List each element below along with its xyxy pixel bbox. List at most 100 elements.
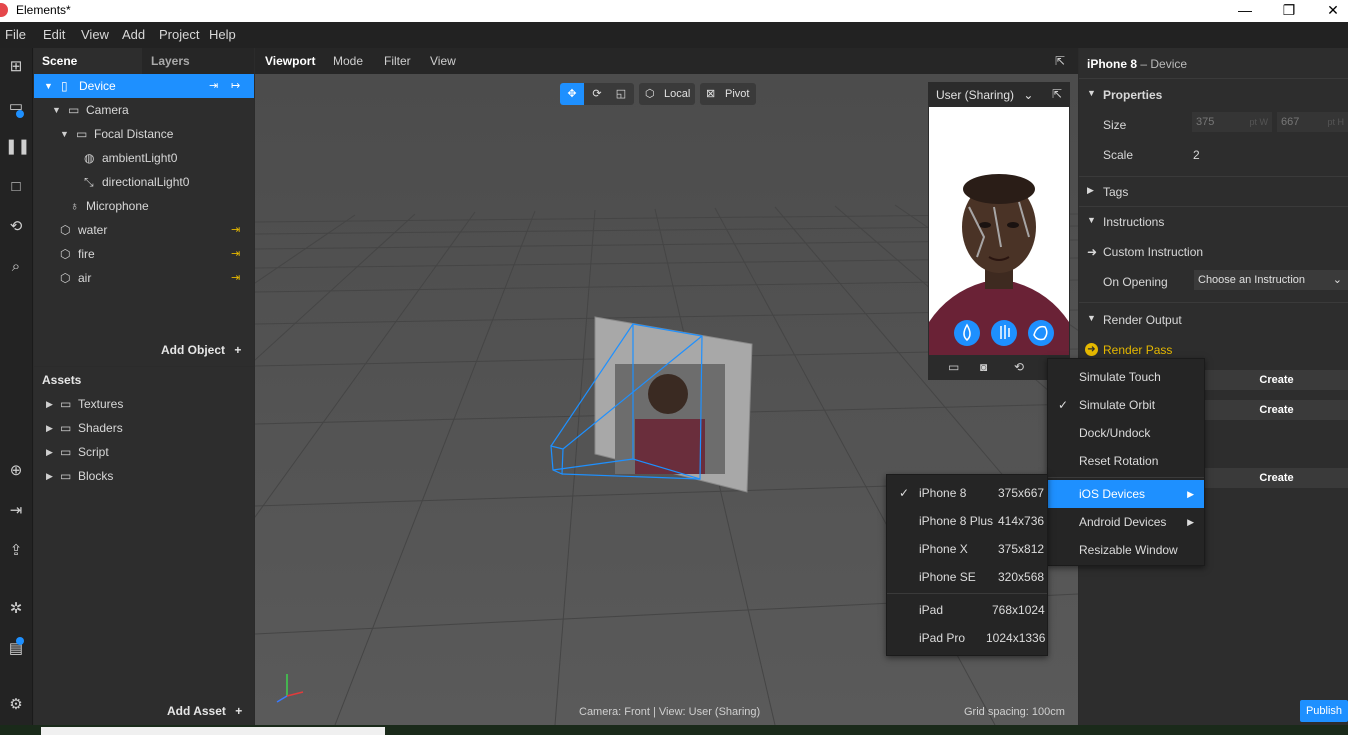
expand-arrow-icon[interactable]: ▼ [44, 74, 53, 98]
menu-project[interactable]: Project [159, 27, 199, 42]
menu-item-dock-undock[interactable]: Dock/Undock [1048, 419, 1204, 447]
expand-arrow-icon[interactable]: ▶ [46, 392, 53, 416]
menu-item-iphone-se[interactable]: iPhone SE 320x568 [887, 563, 1047, 591]
settings-gear-icon[interactable]: ⚙ [5, 694, 27, 716]
menu-item-ipad[interactable]: iPad 768x1024 [887, 596, 1047, 624]
simulator-user-select[interactable]: User (Sharing) ⌄ [936, 88, 1033, 102]
move-tool-icon[interactable]: ✥ [560, 83, 584, 105]
refresh-icon[interactable]: ⟲ [5, 216, 27, 238]
link-in-icon[interactable]: ⇥ [209, 74, 218, 98]
tab-scene[interactable]: Scene [34, 48, 142, 74]
menu-item-iphone-x[interactable]: iPhone X 375x812 [887, 535, 1047, 563]
expand-arrow-icon[interactable]: ▶ [46, 464, 53, 488]
create-button-1[interactable]: Create [1205, 370, 1348, 390]
tree-item-air[interactable]: ⬡ air ⇥ [34, 266, 254, 290]
folder-blocks[interactable]: ▶ ▭ Blocks [34, 464, 254, 488]
expand-arrow-icon[interactable]: ▶ [46, 440, 53, 464]
menu-filter[interactable]: Filter [384, 54, 411, 68]
instruction-dropdown[interactable]: Choose an Instruction ⌄ [1194, 270, 1348, 290]
scale-tool-icon[interactable]: ◱ [610, 83, 632, 105]
link-in-icon[interactable]: ⇥ [231, 266, 240, 290]
tree-item-label: ambientLight0 [102, 151, 178, 165]
rotate-tool-icon[interactable]: ⟳ [586, 83, 608, 105]
menu-item-ios-devices[interactable]: iOS Devices ▶ [1048, 480, 1204, 508]
menu-viewport-view[interactable]: View [430, 54, 456, 68]
import-icon[interactable]: ⇥ [5, 500, 27, 522]
menu-mode[interactable]: Mode [333, 54, 363, 68]
tree-item-fire[interactable]: ⬡ fire ⇥ [34, 242, 254, 266]
chevron-down-icon: ⌄ [1023, 88, 1034, 102]
size-height-input[interactable]: 667 pt H [1277, 112, 1348, 132]
tree-item-ambient-light[interactable]: ◍ ambientLight0 [34, 146, 254, 170]
tree-item-device[interactable]: ▼ ▯ Device ⇥ ↦ [34, 74, 254, 98]
add-object-button[interactable]: Add Object + [161, 343, 241, 357]
layout-icon[interactable]: ⊞ [5, 56, 27, 78]
plus-icon: + [234, 343, 242, 357]
rotate-device-icon[interactable]: ⟲ [1014, 360, 1024, 374]
expand-arrow-icon[interactable]: ▼ [60, 122, 69, 146]
menu-item-iphone-8-plus[interactable]: iPhone 8 Plus 414x736 [887, 507, 1047, 535]
expand-arrow-icon[interactable]: ▶ [46, 416, 53, 440]
popout-icon[interactable]: ⇱ [1055, 54, 1065, 68]
scale-value[interactable]: 2 [1193, 148, 1200, 162]
tree-item-camera[interactable]: ▼ ▭ Camera [34, 98, 254, 122]
publish-button[interactable]: Publish [1300, 700, 1348, 722]
menu-help[interactable]: Help [209, 27, 236, 42]
popout-icon[interactable]: ⇱ [1052, 87, 1062, 101]
tree-item-water[interactable]: ⬡ water ⇥ [34, 218, 254, 242]
create-button-3[interactable]: Create [1205, 468, 1348, 488]
folder-script[interactable]: ▶ ▭ Script [34, 440, 254, 464]
record-video-icon[interactable]: ▭ [948, 360, 959, 374]
tree-item-microphone[interactable]: ♁ Microphone [34, 194, 254, 218]
menu-file[interactable]: File [5, 27, 26, 42]
minimize-button[interactable]: — [1222, 0, 1268, 22]
local-button[interactable]: ⬡ Local [639, 83, 695, 105]
menu-item-label: Simulate Touch [1079, 370, 1161, 384]
taskbar-search-box[interactable] [41, 727, 385, 735]
close-button[interactable]: ✕ [1310, 0, 1348, 22]
screenshot-icon[interactable]: ◙ [980, 360, 987, 374]
menu-edit[interactable]: Edit [43, 27, 65, 42]
simulator-screen[interactable] [929, 107, 1069, 355]
menu-item-ipad-pro[interactable]: iPad Pro 1024x1336 [887, 624, 1047, 652]
maximize-button[interactable]: ❐ [1266, 0, 1312, 22]
add-asset-button[interactable]: Add Asset + [167, 704, 242, 718]
link-in-icon[interactable]: ⇥ [231, 242, 240, 266]
tree-item-directional-light[interactable]: ⤡ directionalLight0 [34, 170, 254, 194]
bug-icon[interactable]: ✲ [5, 598, 27, 620]
pivot-button[interactable]: ⊠ Pivot [700, 83, 756, 105]
create-button-2[interactable]: Create [1205, 400, 1348, 420]
pause-icon[interactable]: ❚❚ [5, 136, 30, 158]
expand-arrow-icon[interactable]: ▼ [52, 98, 61, 122]
pivot-icon: ⊠ [706, 88, 716, 100]
divider [1079, 78, 1348, 79]
link-in-icon[interactable]: ⇥ [231, 218, 240, 242]
menu-view[interactable]: View [81, 27, 109, 42]
menu-item-iphone-8[interactable]: ✓ iPhone 8 375x667 [887, 479, 1047, 507]
tree-item-focal-distance[interactable]: ▼ ▭ Focal Distance [34, 122, 254, 146]
stop-icon[interactable]: □ [5, 176, 27, 198]
window-title: Elements* [16, 3, 71, 17]
add-file-icon[interactable]: ⊕ [5, 460, 27, 482]
folder-textures[interactable]: ▶ ▭ Textures [34, 392, 254, 416]
menu-item-simulate-touch[interactable]: Simulate Touch [1048, 363, 1204, 391]
menu-add[interactable]: Add [122, 27, 145, 42]
device-name: iPad [919, 603, 944, 617]
menu-item-android-devices[interactable]: Android Devices ▶ [1048, 508, 1204, 536]
search-icon[interactable]: ⌕ [5, 256, 27, 278]
local-label: Local [664, 88, 691, 100]
menu-item-reset-rotation[interactable]: Reset Rotation [1048, 447, 1204, 475]
instruction-dropdown-value: Choose an Instruction [1198, 274, 1306, 286]
link-out-icon[interactable]: ↦ [231, 74, 240, 98]
tab-layers[interactable]: Layers [151, 48, 190, 74]
notification-dot [16, 110, 24, 118]
menu-item-resizable-window[interactable]: Resizable Window [1048, 536, 1204, 564]
menu-item-simulate-orbit[interactable]: ✓ Simulate Orbit [1048, 391, 1204, 419]
custom-instruction-label: Custom Instruction [1103, 245, 1204, 259]
export-icon[interactable]: ⇪ [5, 540, 27, 562]
folder-shaders[interactable]: ▶ ▭ Shaders [34, 416, 254, 440]
tree-item-label: directionalLight0 [102, 175, 190, 189]
size-width-input[interactable]: 375 pt W [1192, 112, 1272, 132]
divider [1079, 302, 1348, 303]
inspector-object-name: iPhone 8 [1087, 57, 1138, 71]
